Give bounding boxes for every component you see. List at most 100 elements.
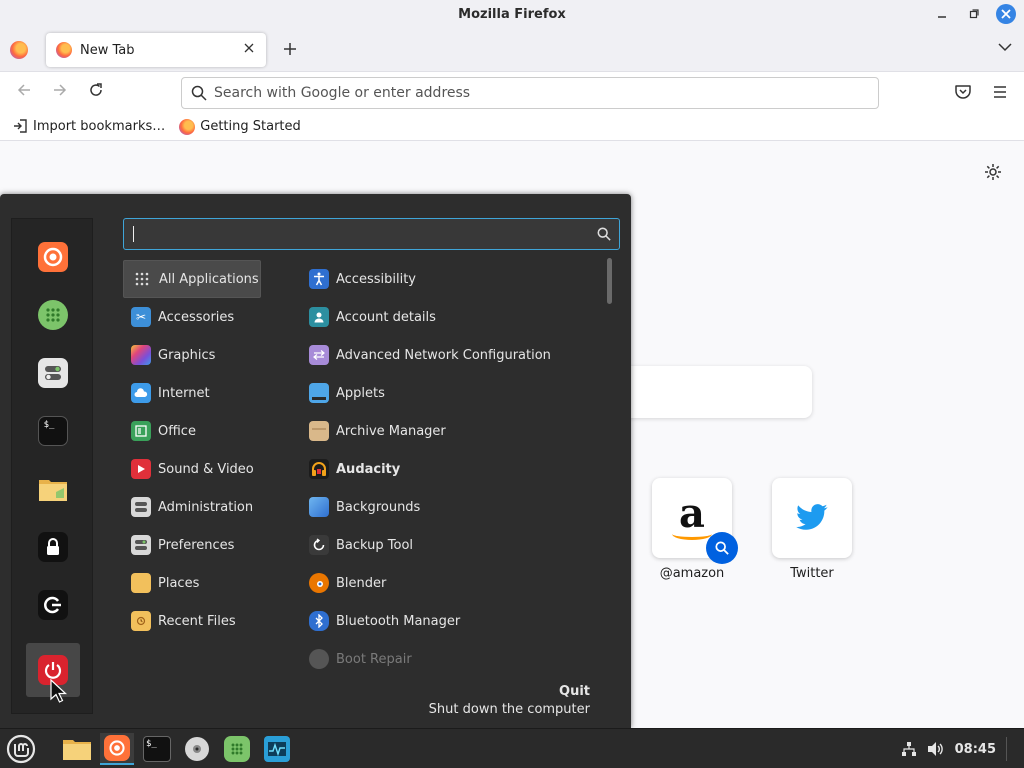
menu-button[interactable] <box>4 733 38 765</box>
category-recent-files[interactable]: Recent Files <box>123 602 293 640</box>
menu-search-field[interactable] <box>123 218 620 250</box>
tab-label: New Tab <box>80 42 135 58</box>
app-audacity[interactable]: Audacity <box>301 450 601 488</box>
amazon-tile[interactable]: a <box>652 478 738 564</box>
app-applets[interactable]: Applets <box>301 374 601 412</box>
app-backgrounds[interactable]: Backgrounds <box>301 488 601 526</box>
category-label: Graphics <box>158 347 216 363</box>
taskbar-files[interactable] <box>60 733 94 765</box>
image-icon <box>309 497 329 517</box>
bluetooth-icon <box>309 611 329 631</box>
taskbar-system-monitor[interactable] <box>260 733 294 765</box>
fav-firefox[interactable] <box>26 230 80 284</box>
settings-toggle-icon <box>38 358 68 388</box>
software-manager-icon <box>38 300 68 330</box>
taskbar-software-manager[interactable] <box>220 733 254 765</box>
archive-icon <box>309 421 329 441</box>
system-tray: 08:45 <box>901 729 1012 768</box>
toggle-icon <box>131 535 151 555</box>
menu-search-input[interactable] <box>132 225 572 243</box>
fav-files[interactable] <box>26 462 80 516</box>
category-accessories[interactable]: ✂ Accessories <box>123 298 293 336</box>
forward-button[interactable] <box>50 82 70 102</box>
app-accessibility[interactable]: Accessibility <box>301 260 601 298</box>
category-office[interactable]: Office <box>123 412 293 450</box>
show-desktop-button[interactable] <box>1006 737 1012 761</box>
address-input[interactable] <box>214 85 854 101</box>
folder-icon <box>131 573 151 593</box>
top-site-label: Twitter <box>790 566 834 581</box>
firefox-view-icon[interactable] <box>10 41 28 59</box>
fav-logout[interactable] <box>26 578 80 632</box>
newtab-search-box[interactable] <box>600 366 812 418</box>
clock[interactable]: 08:45 <box>955 742 996 757</box>
bookmark-getting-started[interactable]: Getting Started <box>179 118 301 135</box>
window-titlebar[interactable]: Mozilla Firefox <box>0 0 1024 29</box>
fav-system-settings[interactable] <box>26 346 80 400</box>
recent-folder-icon <box>131 611 151 631</box>
network-icon[interactable] <box>901 741 917 757</box>
amazon-smile-icon <box>672 528 712 540</box>
app-archive-manager[interactable]: Archive Manager <box>301 412 601 450</box>
tab-strip: New Tab <box>0 29 1024 71</box>
app-label: Backup Tool <box>336 537 414 553</box>
firefox-icon <box>179 118 196 135</box>
close-window-button[interactable] <box>996 4 1016 24</box>
taskbar-terminal[interactable]: $_ <box>140 733 174 765</box>
menu-hamburger-icon[interactable] <box>991 83 1009 101</box>
lock-icon <box>38 532 68 562</box>
applets-icon <box>309 383 329 403</box>
minimize-button[interactable] <box>932 4 952 24</box>
reload-button[interactable] <box>86 82 106 102</box>
twitter-bird-icon <box>796 504 828 530</box>
category-list: All Applications ✂ Accessories Graphics … <box>123 260 293 640</box>
category-sound-video[interactable]: Sound & Video <box>123 450 293 488</box>
app-boot-repair[interactable]: Boot Repair <box>301 640 601 678</box>
pocket-icon[interactable] <box>954 83 972 101</box>
app-list-scrollbar[interactable] <box>607 258 612 304</box>
folder-icon <box>38 474 68 504</box>
quit-info: Quit Shut down the computer <box>429 684 590 717</box>
back-button[interactable] <box>14 82 34 102</box>
category-internet[interactable]: Internet <box>123 374 293 412</box>
taskbar-disc[interactable] <box>180 733 214 765</box>
bookmark-import[interactable]: Import bookmarks… <box>12 118 165 135</box>
accessibility-icon <box>309 269 329 289</box>
gear-icon[interactable] <box>984 163 1002 181</box>
application-menu: $_ All Applications ✂ Accessories Graphi… <box>0 194 631 728</box>
bookmark-label: Getting Started <box>200 119 301 134</box>
category-label: Sound & Video <box>158 461 254 477</box>
category-places[interactable]: Places <box>123 564 293 602</box>
category-label: Accessories <box>158 309 235 325</box>
category-label: All Applications <box>159 271 259 287</box>
category-preferences[interactable]: Preferences <box>123 526 293 564</box>
fav-lock-screen[interactable] <box>26 520 80 574</box>
taskbar-firefox[interactable] <box>100 733 134 765</box>
address-bar[interactable] <box>181 77 879 109</box>
category-administration[interactable]: Administration <box>123 488 293 526</box>
category-graphics[interactable]: Graphics <box>123 336 293 374</box>
fav-terminal[interactable]: $_ <box>26 404 80 458</box>
app-account-details[interactable]: Account details <box>301 298 601 336</box>
category-all-applications[interactable]: All Applications <box>123 260 261 298</box>
new-tab-button[interactable] <box>280 39 300 59</box>
category-label: Internet <box>158 385 210 401</box>
headphones-icon <box>309 459 329 479</box>
twitter-tile[interactable] <box>772 478 852 558</box>
close-tab-icon[interactable] <box>240 41 258 59</box>
top-site-twitter[interactable]: Twitter <box>771 478 853 581</box>
tab-new-tab[interactable]: New Tab <box>46 33 266 67</box>
volume-icon[interactable] <box>927 741 945 757</box>
app-bluetooth-manager[interactable]: Bluetooth Manager <box>301 602 601 640</box>
play-icon <box>131 459 151 479</box>
app-backup-tool[interactable]: Backup Tool <box>301 526 601 564</box>
category-label: Administration <box>158 499 254 515</box>
app-advanced-network-configuration[interactable]: Advanced Network Configuration <box>301 336 601 374</box>
app-label: Account details <box>336 309 436 325</box>
maximize-button[interactable] <box>964 4 984 24</box>
fav-software-manager[interactable] <box>26 288 80 342</box>
top-site-amazon[interactable]: a @amazon <box>651 478 738 581</box>
mouse-cursor-icon <box>50 679 68 703</box>
app-blender[interactable]: Blender <box>301 564 601 602</box>
list-all-tabs-chevron-icon[interactable] <box>998 41 1012 55</box>
